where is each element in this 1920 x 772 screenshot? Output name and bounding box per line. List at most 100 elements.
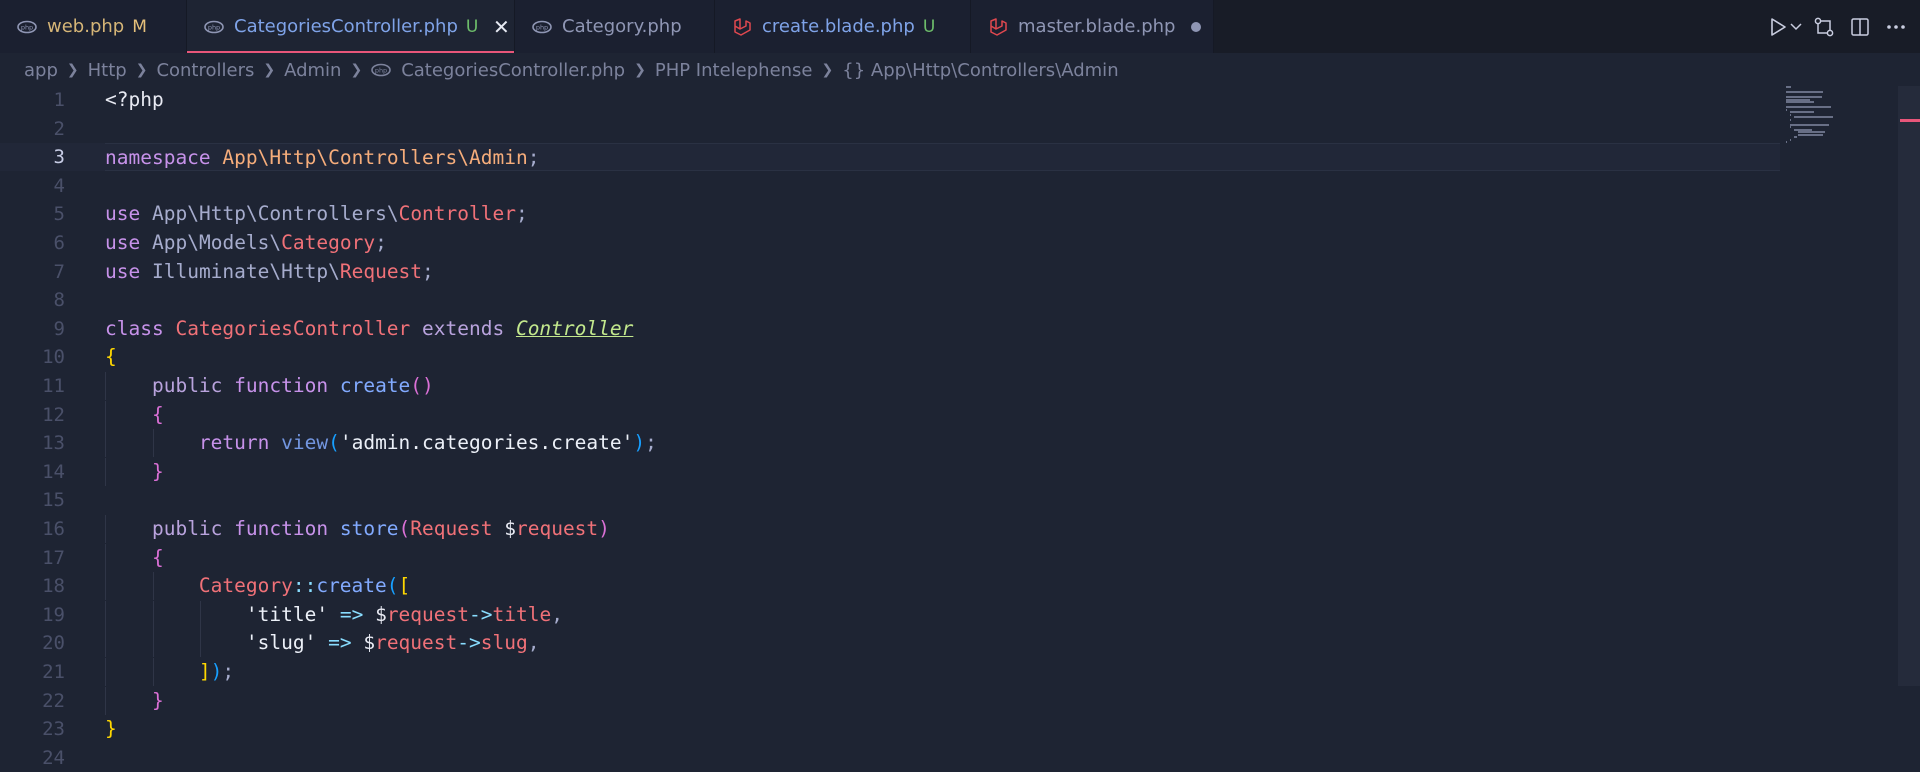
tab-web-php[interactable]: php web.php M (0, 0, 187, 53)
php-icon: php (204, 17, 224, 37)
git-status-badge: M (132, 16, 147, 37)
line-number[interactable]: 16 (0, 515, 65, 543)
breadcrumb-item-language-server[interactable]: PHP Intelephense (655, 60, 813, 81)
line-number[interactable]: 15 (0, 486, 65, 514)
breadcrumb-item-namespace[interactable]: {} App\Http\Controllers\Admin (842, 60, 1118, 81)
chevron-down-icon[interactable] (1786, 9, 1806, 45)
code-line[interactable]: 4 (0, 172, 1780, 200)
minimap-line (1794, 116, 1833, 118)
breadcrumb-item-admin[interactable]: Admin (284, 60, 341, 81)
line-number[interactable]: 12 (0, 401, 65, 429)
code-line[interactable]: 13 return view('admin.categories.create'… (0, 429, 1780, 458)
minimap-line (1786, 86, 1791, 88)
line-number[interactable]: 6 (0, 229, 65, 257)
line-number[interactable]: 17 (0, 544, 65, 572)
svg-text:php: php (375, 67, 387, 75)
code-text: namespace App\Http\Controllers\Admin; (105, 146, 540, 170)
breadcrumb-item-controllers[interactable]: Controllers (156, 60, 254, 81)
laravel-icon (988, 17, 1008, 37)
code-text: } (151, 688, 164, 712)
line-number[interactable]: 3 (0, 143, 65, 171)
php-icon: php (532, 17, 552, 37)
line-number[interactable]: 11 (0, 372, 65, 400)
php-icon: php (17, 17, 37, 37)
line-number[interactable]: 7 (0, 258, 65, 286)
code-text: { (105, 345, 117, 369)
code-editor[interactable]: 1 <?php 2 3 namespace App\Http\Controllers\A… (0, 86, 1780, 771)
svg-text:php: php (208, 23, 220, 31)
minimap-line (1790, 123, 1829, 126)
minimap-line (1790, 126, 1791, 128)
code-line[interactable]: 16 public function store(Request $reques… (0, 515, 1780, 543)
code-line[interactable]: 1 <?php (0, 86, 1780, 114)
code-line[interactable]: 15 (0, 486, 1780, 514)
minimap-line (1790, 111, 1814, 113)
code-line[interactable]: 11 public function create() (0, 372, 1780, 400)
breadcrumb-item-http[interactable]: Http (88, 60, 127, 81)
line-number[interactable]: 4 (0, 172, 65, 200)
minimap-line (1790, 138, 1791, 141)
code-line[interactable]: 18 Category::create([ (0, 572, 1780, 601)
tab-create-blade-php[interactable]: create.blade.php U (715, 0, 971, 53)
tab-label: web.php (47, 16, 125, 37)
git-status-badge: U (465, 16, 479, 37)
code-line[interactable]: 12 { (0, 400, 1780, 429)
laravel-icon (732, 17, 752, 37)
chevron-right-icon: ❯ (263, 62, 276, 78)
code-line[interactable]: 3 namespace App\Http\Controllers\Admin; (0, 143, 1780, 172)
line-number[interactable]: 9 (0, 315, 65, 343)
line-number[interactable]: 5 (0, 200, 65, 228)
minimap-line (1786, 106, 1831, 108)
tab-master-blade-php[interactable]: master.blade.php (971, 0, 1214, 53)
minimap[interactable] (1784, 86, 1894, 146)
code-line[interactable]: 10 { (0, 343, 1780, 371)
code-line[interactable]: 20 'slug' => $request->slug, (0, 629, 1780, 658)
code-text: use App\Http\Controllers\Controller; (105, 202, 528, 226)
chevron-right-icon: ❯ (66, 62, 79, 78)
more-icon[interactable] (1878, 9, 1914, 45)
line-number[interactable]: 10 (0, 343, 65, 371)
code-text: 'slug' => $request->slug, (245, 631, 540, 655)
unsaved-dot-icon[interactable] (1191, 21, 1202, 32)
line-number[interactable]: 24 (0, 744, 65, 772)
line-number[interactable]: 20 (0, 629, 65, 657)
chevron-right-icon: ❯ (135, 62, 148, 78)
code-line[interactable]: 23} (0, 715, 1780, 743)
code-line[interactable]: 22 } (0, 686, 1780, 715)
line-number[interactable]: 14 (0, 458, 65, 486)
code-line[interactable]: 2 (0, 115, 1780, 143)
minimap-line (1798, 133, 1823, 136)
tab-categoriescontroller-php[interactable]: php CategoriesController.php U ✕ (187, 0, 515, 53)
code-line[interactable]: 19 'title' => $request->title, (0, 600, 1780, 629)
code-line[interactable]: 9 class CategoriesController extends Cont… (0, 315, 1780, 343)
line-number[interactable]: 8 (0, 286, 65, 314)
line-number[interactable]: 21 (0, 658, 65, 686)
line-number[interactable]: 19 (0, 601, 65, 629)
code-line[interactable]: 14 } (0, 457, 1780, 486)
code-line[interactable]: 8 (0, 286, 1780, 314)
minimap-line (1790, 113, 1791, 116)
code-line[interactable]: 6 use App\Models\Category; (0, 229, 1780, 257)
close-icon[interactable]: ✕ (492, 15, 510, 39)
line-number[interactable]: 1 (0, 86, 65, 114)
code-line[interactable]: 5 use App\Http\Controllers\Controller; (0, 200, 1780, 228)
line-number[interactable]: 23 (0, 715, 65, 743)
split-editor-icon[interactable] (1842, 9, 1878, 45)
code-line[interactable]: 24 (0, 744, 1780, 772)
source-control-icon[interactable] (1806, 9, 1842, 45)
line-number[interactable]: 18 (0, 572, 65, 600)
code-text: { (151, 402, 164, 426)
chevron-right-icon: ❯ (821, 62, 834, 78)
code-line[interactable]: 7 use Illuminate\Http\Request; (0, 258, 1780, 286)
tab-category-php[interactable]: php Category.php (515, 0, 715, 53)
minimap-line (1786, 101, 1814, 103)
line-number[interactable]: 13 (0, 429, 65, 457)
breadcrumb-item-app[interactable]: app (24, 60, 58, 81)
minimap-line (1786, 141, 1787, 143)
vertical-scrollbar[interactable] (1898, 86, 1920, 686)
code-line[interactable]: 21 ]); (0, 658, 1780, 686)
code-line[interactable]: 17 { (0, 543, 1780, 572)
line-number[interactable]: 2 (0, 115, 65, 143)
line-number[interactable]: 22 (0, 687, 65, 715)
breadcrumb-item-file[interactable]: php CategoriesController.php (371, 60, 625, 81)
